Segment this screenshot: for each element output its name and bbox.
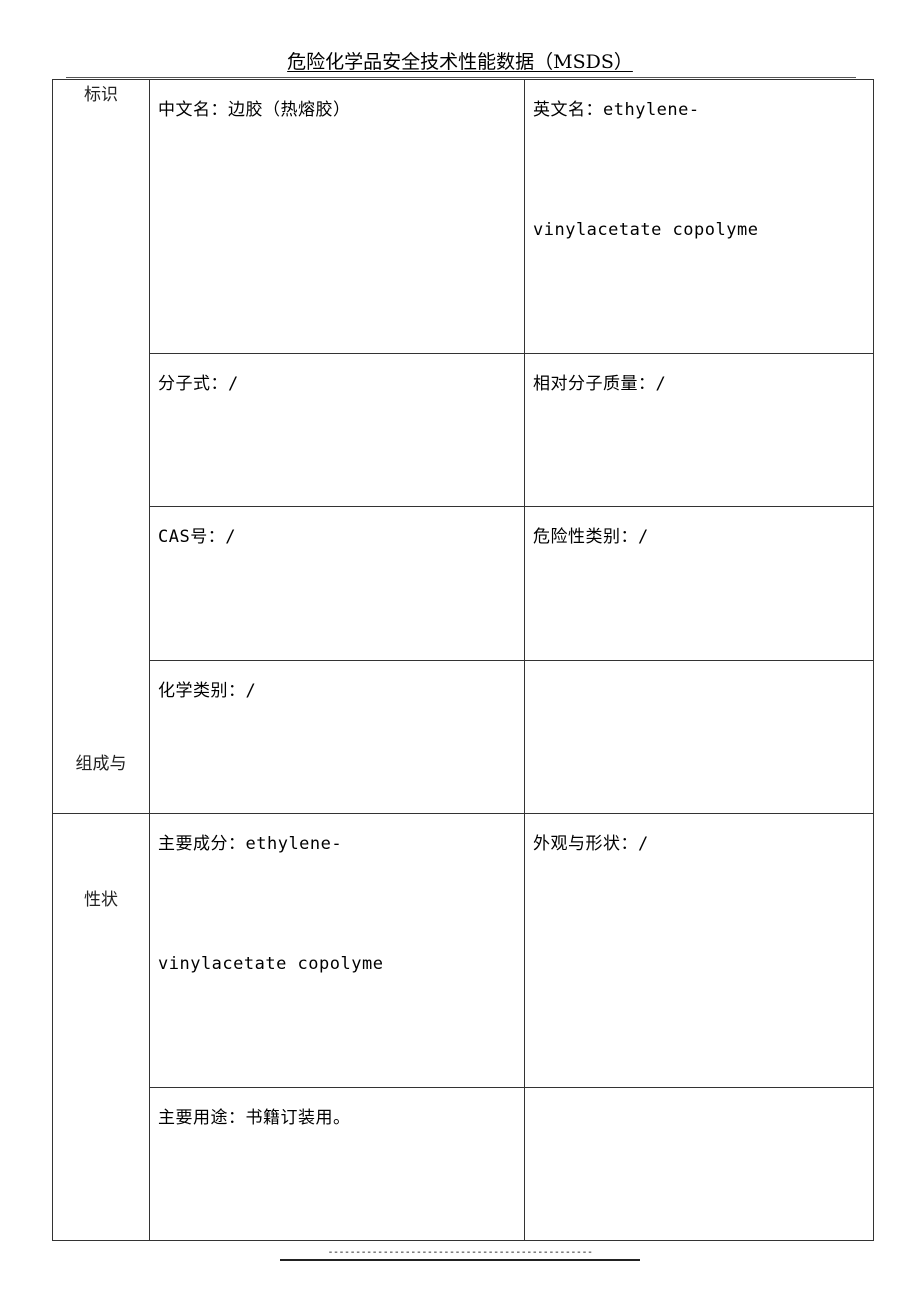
main-use-cell: 主要用途：书籍订装用。 bbox=[149, 1087, 525, 1241]
cas-number-cell: CAS号：/ bbox=[149, 506, 525, 661]
appearance: 外观与形状：/ bbox=[533, 834, 649, 854]
english-name-line2: vinylacetate copolyme bbox=[533, 220, 759, 240]
table-row: CAS号：/ 危险性类别：/ bbox=[53, 506, 874, 661]
table-row: 组成与性状 主要成分：ethylene-vinylacetate copolym… bbox=[52, 754, 874, 1241]
empty-cell bbox=[524, 1087, 874, 1241]
molecular-formula: 分子式：/ bbox=[158, 374, 239, 394]
english-name-cell: 英文名：ethylene-vinylacetate copolyme bbox=[524, 79, 874, 354]
empty-cell bbox=[524, 660, 874, 814]
cas-number: CAS号：/ bbox=[158, 527, 236, 547]
molecular-formula-cell: 分子式：/ bbox=[149, 353, 525, 507]
section-label-identification: 标识 bbox=[52, 79, 150, 814]
msds-table: 标识 中文名：边胶（热熔胶） 英文名：ethylene-vinylacetate… bbox=[52, 79, 874, 1241]
appearance-cell: 外观与形状：/ bbox=[524, 813, 874, 1088]
header-rule bbox=[66, 77, 856, 78]
footer-divider: ----------------------------------------… bbox=[0, 1247, 920, 1264]
main-component-line1: 主要成分：ethylene- bbox=[158, 834, 343, 854]
main-component-line2: vinylacetate copolyme bbox=[158, 954, 384, 974]
chinese-name-cell: 中文名：边胶（热熔胶） bbox=[149, 79, 525, 354]
chemical-category-cell: 化学类别：/ bbox=[149, 660, 525, 814]
chinese-name: 中文名：边胶（热熔胶） bbox=[158, 100, 351, 120]
table-row: 主要用途：书籍订装用。 bbox=[53, 1087, 874, 1241]
section-label-line1: 组成与 bbox=[75, 754, 127, 774]
main-component-cell: 主要成分：ethylene-vinylacetate copolyme bbox=[149, 813, 525, 1088]
molecular-weight: 相对分子质量：/ bbox=[533, 374, 667, 394]
hazard-class-cell: 危险性类别：/ bbox=[524, 506, 874, 661]
document-title: 危险化学品安全技术性能数据（MSDS） bbox=[287, 51, 633, 73]
table-row: 化学类别：/ bbox=[53, 660, 874, 814]
table-row: 分子式：/ 相对分子质量：/ bbox=[53, 353, 874, 507]
section-label-line2: 性状 bbox=[84, 890, 118, 910]
molecular-weight-cell: 相对分子质量：/ bbox=[524, 353, 874, 507]
chemical-category: 化学类别：/ bbox=[158, 681, 257, 701]
table-row: 标识 中文名：边胶（热熔胶） 英文名：ethylene-vinylacetate… bbox=[52, 79, 874, 814]
section-label-composition: 组成与 性状 bbox=[52, 754, 150, 1241]
main-use: 主要用途：书籍订装用。 bbox=[158, 1108, 351, 1128]
english-name-line1: 英文名：ethylene- bbox=[533, 100, 700, 120]
hazard-class: 危险性类别：/ bbox=[533, 527, 649, 547]
